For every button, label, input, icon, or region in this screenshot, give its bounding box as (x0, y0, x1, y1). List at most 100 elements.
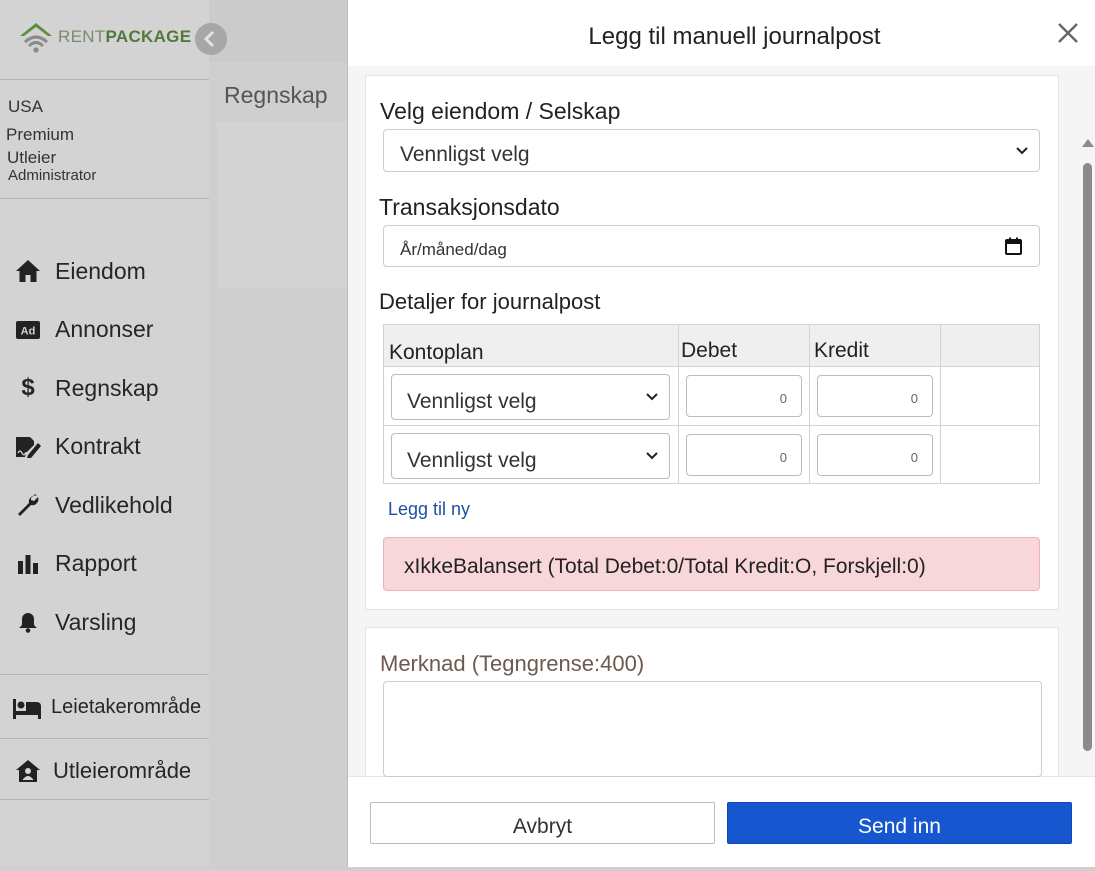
modal-title: Legg til manuell journalpost (588, 23, 881, 50)
chevron-down-icon (646, 393, 658, 401)
wifi-house-logo-icon (18, 20, 54, 54)
sidebar-menu: Eiendom Ad Annonser $ Regnskap Kontrakt … (14, 242, 173, 652)
collapse-sidebar-button[interactable] (195, 23, 227, 55)
credit-cell: 0 (809, 425, 941, 484)
debit-cell: 0 (678, 425, 810, 484)
property-select[interactable]: Vennligst velg (383, 129, 1040, 172)
sidebar-item-label: Rapport (55, 550, 137, 577)
account-cell: Vennligst velg (383, 366, 679, 426)
tenant-area-link[interactable]: Leietakerområde (12, 696, 201, 719)
header-label: Kontoplan (389, 341, 484, 364)
sidebar-item-label: Varsling (55, 608, 137, 635)
logo[interactable]: RENTPACKAGE (18, 20, 191, 54)
scrollbar-thumb[interactable] (1083, 163, 1092, 751)
scrollbar[interactable] (1080, 136, 1094, 776)
actions-cell (940, 425, 1040, 484)
note-textarea[interactable] (383, 681, 1042, 777)
column-header-actions (940, 324, 1040, 367)
sidebar-item-label: Eiendom (55, 257, 146, 284)
table-row: Vennligst velg 0 0 (383, 366, 1040, 426)
divider (0, 79, 209, 80)
column-header-credit: Kredit (809, 324, 941, 367)
close-button[interactable] (1055, 20, 1081, 46)
logo-text-rent: RENT (58, 27, 106, 46)
debit-cell: 0 (678, 366, 810, 426)
credit-input[interactable]: 0 (817, 434, 933, 476)
user-access: Administrator (8, 167, 97, 184)
table-header-row: Kontoplan Debet Kredit (383, 324, 1040, 367)
journal-lines-table: Kontoplan Debet Kredit Vennligst velg 0 … (383, 324, 1040, 484)
header-label: Kredit (814, 339, 869, 362)
details-label: Detaljer for journalpost (379, 289, 601, 314)
contract-icon (14, 435, 42, 459)
unbalanced-alert: xIkkeBalansert (Total Debet:0/Total Kred… (383, 537, 1040, 591)
date-placeholder: År/måned/dag (400, 240, 507, 259)
header-label: Debet (681, 339, 738, 362)
bed-icon (12, 697, 42, 719)
debit-input[interactable]: 0 (686, 434, 802, 476)
logo-text-package: PACKAGE (105, 27, 192, 46)
property-label: Velg eiendom / Selskap (380, 98, 621, 124)
modal-footer: Avbryt Send inn (348, 776, 1095, 867)
sidebar-item-eiendom[interactable]: Eiendom (14, 242, 173, 301)
account-cell: Vennligst velg (383, 425, 679, 484)
user-role: Utleier (7, 148, 57, 167)
divider (0, 674, 209, 675)
chevron-down-icon (1016, 146, 1028, 154)
content-panel (217, 122, 349, 288)
sidebar-item-label: Vedlikehold (55, 491, 173, 518)
ad-icon: Ad (14, 320, 42, 340)
table-row: Vennligst velg 0 0 (383, 425, 1040, 484)
house-user-icon (15, 759, 41, 783)
account-select-value: Vennligst velg (407, 449, 537, 472)
column-header-account: Kontoplan (383, 324, 679, 367)
calendar-icon[interactable] (1005, 237, 1022, 255)
account-select-value: Vennligst velg (407, 390, 537, 413)
property-select-value: Vennligst velg (400, 143, 530, 166)
add-line-link[interactable]: Legg til ny (388, 499, 470, 520)
bell-icon (14, 611, 42, 634)
user-country: USA (8, 97, 43, 116)
scroll-up-arrow-icon[interactable] (1082, 139, 1094, 147)
account-select[interactable]: Vennligst velg (391, 374, 670, 420)
modal-header: Legg til manuell journalpost (348, 0, 1095, 66)
sidebar-item-annonser[interactable]: Ad Annonser (14, 301, 173, 360)
sidebar-item-vedlikehold[interactable]: Vedlikehold (14, 476, 173, 535)
divider (0, 799, 209, 800)
landlord-area-link[interactable]: Utleierområde (15, 758, 191, 784)
sidebar-item-rapport[interactable]: Rapport (14, 535, 173, 594)
sidebar: RENTPACKAGE USA Premium Utleier Administ… (0, 0, 209, 866)
divider (0, 198, 209, 199)
sidebar-item-varsling[interactable]: Varsling (14, 593, 173, 652)
transaction-date-input[interactable]: År/måned/dag (383, 225, 1040, 267)
user-plan: Premium (6, 125, 75, 144)
sidebar-item-kontrakt[interactable]: Kontrakt (14, 418, 173, 477)
submit-button[interactable]: Send inn (727, 802, 1072, 844)
landlord-area-label: Utleierområde (53, 758, 192, 783)
credit-input[interactable]: 0 (817, 375, 933, 417)
close-icon (1058, 23, 1078, 43)
divider (0, 738, 209, 739)
debit-input[interactable]: 0 (686, 375, 802, 417)
sidebar-item-label: Kontrakt (55, 433, 141, 460)
sidebar-item-label: Annonser (55, 316, 154, 343)
date-label: Transaksjonsdato (379, 194, 560, 220)
top-bar (209, 0, 349, 62)
chevron-left-icon (203, 30, 215, 48)
sidebar-item-label: Regnskap (55, 374, 159, 401)
bar-chart-icon (14, 554, 42, 574)
tenant-area-label: Leietakerområde (51, 696, 202, 718)
page-title: Regnskap (224, 82, 328, 108)
sidebar-item-regnskap[interactable]: $ Regnskap (14, 359, 173, 418)
chevron-down-icon (646, 452, 658, 460)
dollar-icon: $ (21, 374, 35, 402)
wrench-icon (14, 493, 42, 517)
note-label: Merknad (Tegngrense:400) (380, 651, 645, 676)
credit-cell: 0 (809, 366, 941, 426)
column-header-debit: Debet (678, 324, 810, 367)
home-icon (14, 259, 42, 283)
cancel-button[interactable]: Avbryt (370, 802, 715, 844)
account-select[interactable]: Vennligst velg (391, 433, 670, 479)
actions-cell (940, 366, 1040, 426)
svg-text:Ad: Ad (21, 325, 36, 337)
